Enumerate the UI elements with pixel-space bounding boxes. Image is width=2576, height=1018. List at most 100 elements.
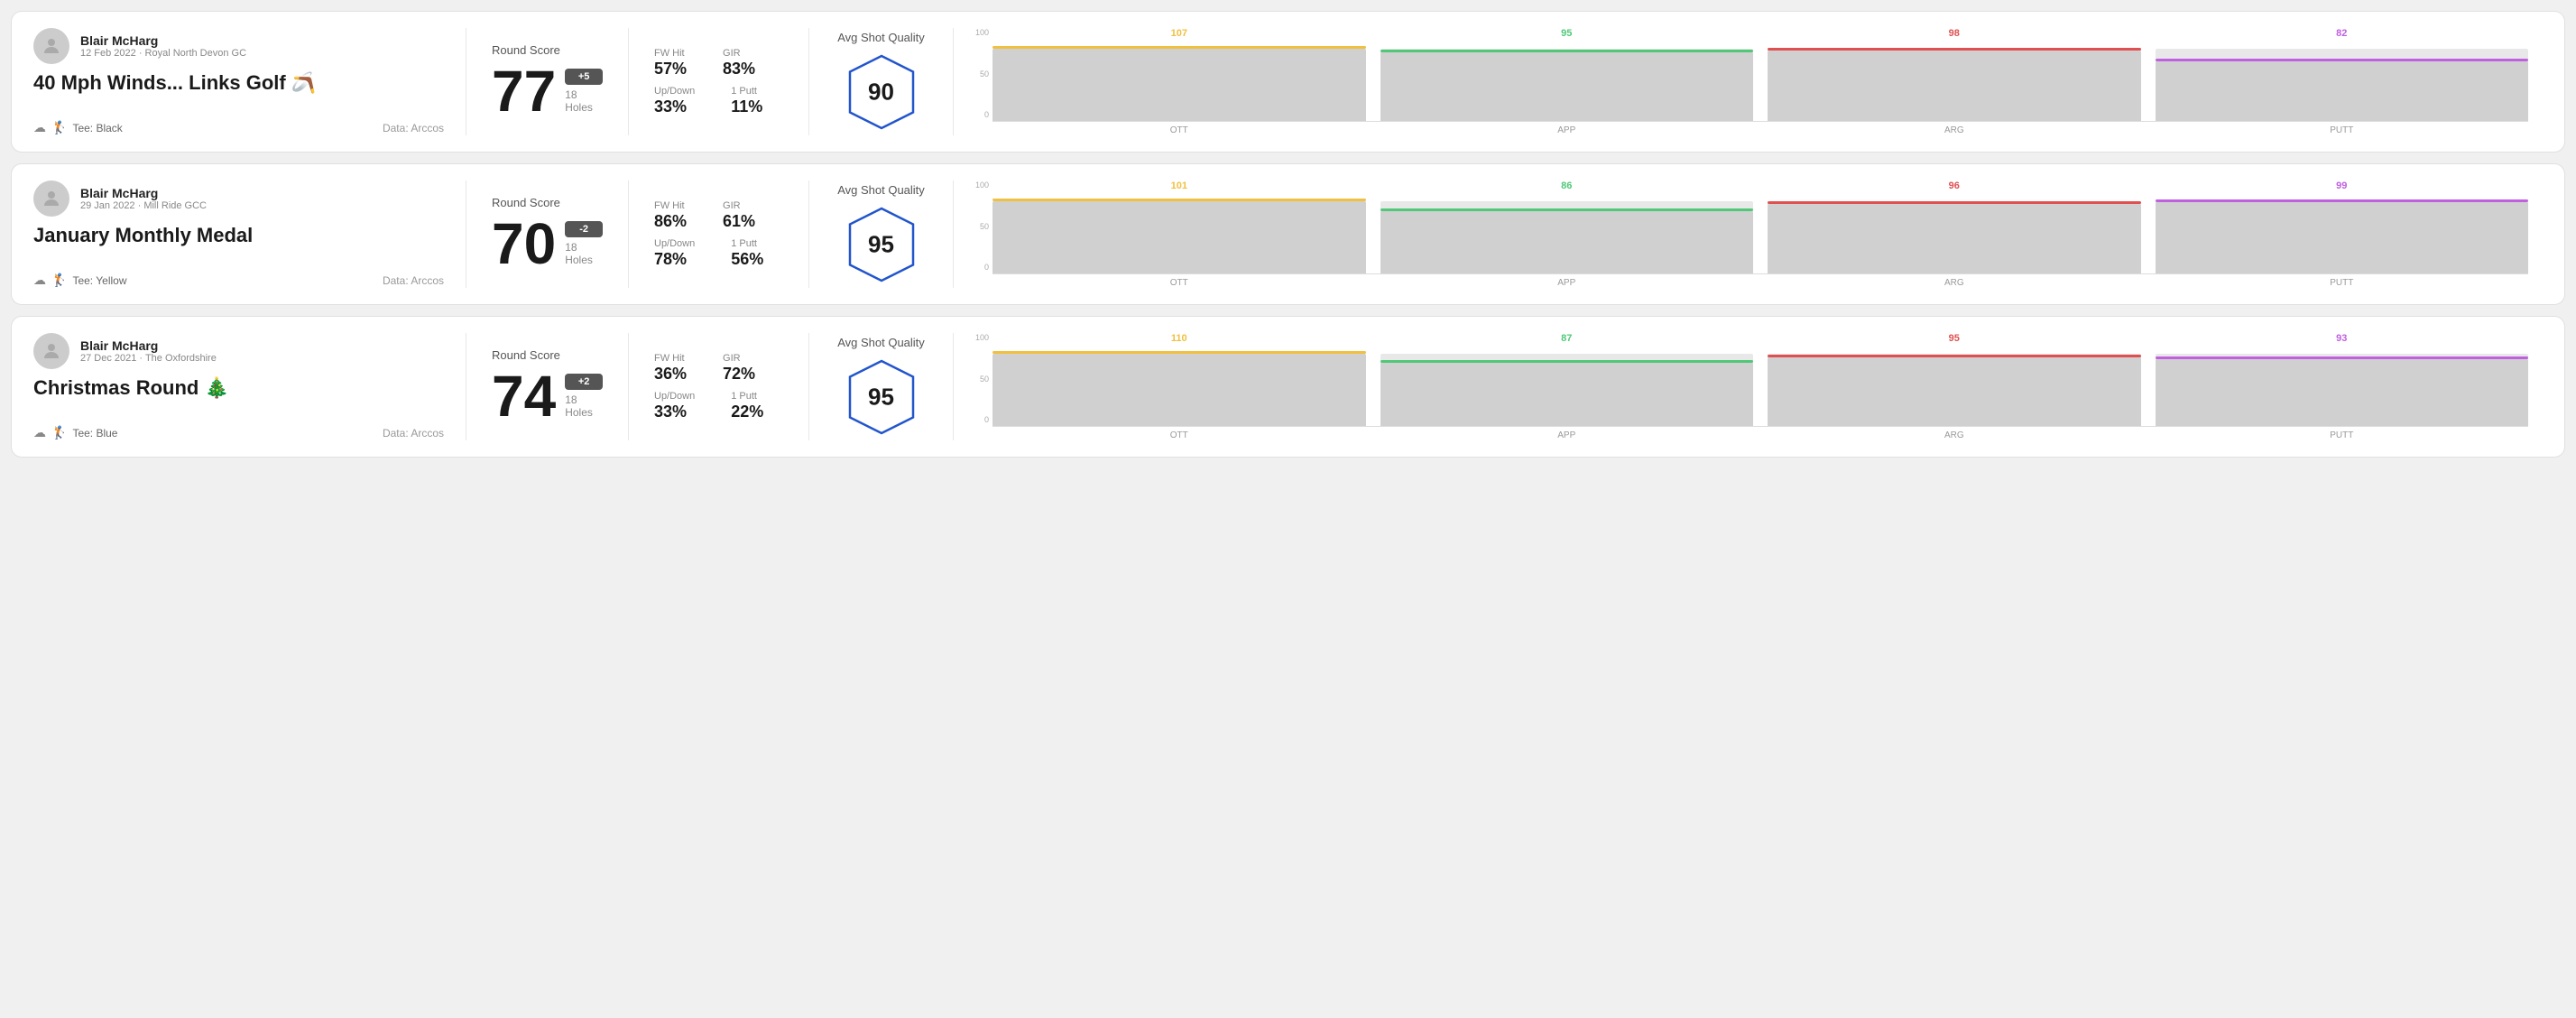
up-down-label: Up/Down <box>654 86 695 97</box>
hexagon: 95 <box>841 356 922 438</box>
avatar <box>33 28 69 64</box>
stat-gir: GIR 83% <box>723 48 755 79</box>
chart-x-label: APP <box>1380 430 1754 440</box>
player-date: 27 Dec 2021 · The Oxfordshire <box>80 353 217 364</box>
stat-up-down: Up/Down 33% <box>654 391 695 421</box>
fw-hit-label: FW Hit <box>654 48 687 59</box>
chart-bar <box>993 42 1366 121</box>
chart-x-label: OTT <box>993 125 1366 135</box>
tee-info: ☁ 🏌 Tee: Black <box>33 120 123 135</box>
stat-fw-hit: FW Hit 86% <box>654 200 687 231</box>
player-name: Blair McHarg <box>80 33 246 48</box>
stat-one-putt: 1 Putt 22% <box>731 391 763 421</box>
card-footer: ☁ 🏌 Tee: Yellow Data: Arccos <box>33 273 444 288</box>
stat-row-bottom: Up/Down 78% 1 Putt 56% <box>654 238 783 269</box>
chart-bar <box>993 195 1366 273</box>
round-card-round1: Blair McHarg 12 Feb 2022 · Royal North D… <box>11 11 2565 153</box>
score-row: 70 -2 18 Holes <box>492 215 603 273</box>
tee-label: Tee: Yellow <box>72 274 126 287</box>
tee-info: ☁ 🏌 Tee: Yellow <box>33 273 126 288</box>
card-stats: FW Hit 86% GIR 61% Up/Down 78% 1 Putt 56… <box>629 180 809 288</box>
card-quality: Avg Shot Quality 95 <box>809 180 954 288</box>
chart-bar <box>2156 347 2529 426</box>
one-putt-value: 22% <box>731 403 763 421</box>
stat-gir: GIR 72% <box>723 353 755 384</box>
tee-info: ☁ 🏌 Tee: Blue <box>33 425 117 440</box>
stat-row-top: FW Hit 86% GIR 61% <box>654 200 783 231</box>
chart-x-label: OTT <box>993 278 1366 288</box>
gir-value: 72% <box>723 365 755 384</box>
fw-hit-value: 36% <box>654 365 687 384</box>
bag-icon: 🏌 <box>51 120 67 135</box>
stat-up-down: Up/Down 78% <box>654 238 695 269</box>
player-header: Blair McHarg 29 Jan 2022 · Mill Ride GCC <box>33 180 444 217</box>
player-name: Blair McHarg <box>80 186 207 200</box>
score-badge: +2 18 Holes <box>565 374 603 419</box>
round-score-label: Round Score <box>492 348 603 362</box>
chart-x-label: ARG <box>1768 278 2141 288</box>
chart-x-label: APP <box>1380 125 1754 135</box>
data-source: Data: Arccos <box>383 427 444 440</box>
tee-label: Tee: Black <box>72 122 122 134</box>
gir-label: GIR <box>723 48 755 59</box>
round-score-label: Round Score <box>492 43 603 57</box>
round-card-round2: Blair McHarg 29 Jan 2022 · Mill Ride GCC… <box>11 163 2565 305</box>
hex-score: 95 <box>868 231 894 259</box>
chart-x-label: PUTT <box>2156 278 2529 288</box>
round-card-round3: Blair McHarg 27 Dec 2021 · The Oxfordshi… <box>11 316 2565 458</box>
player-name: Blair McHarg <box>80 338 217 353</box>
score-badge: +5 18 Holes <box>565 69 603 114</box>
data-source: Data: Arccos <box>383 122 444 134</box>
card-chart: 100 50 0 107959882 <box>954 28 2543 135</box>
card-footer: ☁ 🏌 Tee: Black Data: Arccos <box>33 120 444 135</box>
chart-bar <box>1768 195 2141 273</box>
stat-row-bottom: Up/Down 33% 1 Putt 22% <box>654 391 783 421</box>
hexagon: 95 <box>841 204 922 285</box>
round-title: Christmas Round 🎄 <box>33 376 444 400</box>
tee-label: Tee: Blue <box>72 427 117 440</box>
data-source: Data: Arccos <box>383 274 444 287</box>
weather-icon: ☁ <box>33 273 46 288</box>
card-footer: ☁ 🏌 Tee: Blue Data: Arccos <box>33 425 444 440</box>
one-putt-value: 11% <box>731 97 762 116</box>
gir-label: GIR <box>723 200 755 211</box>
fw-hit-label: FW Hit <box>654 200 687 211</box>
stat-row-top: FW Hit 57% GIR 83% <box>654 48 783 79</box>
quality-label: Avg Shot Quality <box>837 31 925 44</box>
chart-bar <box>993 347 1366 426</box>
player-date: 29 Jan 2022 · Mill Ride GCC <box>80 200 207 211</box>
weather-icon: ☁ <box>33 120 46 135</box>
one-putt-value: 56% <box>731 250 763 269</box>
card-score: Round Score 74 +2 18 Holes <box>466 333 629 440</box>
chart-bar <box>2156 42 2529 121</box>
score-diff-badge: -2 <box>565 221 603 237</box>
round-title: 40 Mph Winds... Links Golf 🪃 <box>33 71 444 95</box>
gir-value: 61% <box>723 212 755 231</box>
hexagon: 90 <box>841 51 922 133</box>
score-row: 77 +5 18 Holes <box>492 62 603 120</box>
one-putt-label: 1 Putt <box>731 238 763 249</box>
chart-bar <box>1380 347 1754 426</box>
fw-hit-value: 57% <box>654 60 687 79</box>
score-diff-badge: +5 <box>565 69 603 85</box>
score-number: 77 <box>492 62 556 120</box>
player-date: 12 Feb 2022 · Royal North Devon GC <box>80 48 246 59</box>
score-badge: -2 18 Holes <box>565 221 603 266</box>
up-down-value: 33% <box>654 403 695 421</box>
quality-label: Avg Shot Quality <box>837 183 925 197</box>
card-left: Blair McHarg 29 Jan 2022 · Mill Ride GCC… <box>33 180 466 288</box>
chart-x-label: PUTT <box>2156 430 2529 440</box>
card-quality: Avg Shot Quality 95 <box>809 333 954 440</box>
chart-bar <box>1380 195 1754 273</box>
gir-value: 83% <box>723 60 755 79</box>
chart-x-label: OTT <box>993 430 1366 440</box>
weather-icon: ☁ <box>33 425 46 440</box>
chart-x-label: ARG <box>1768 125 2141 135</box>
up-down-value: 33% <box>654 97 695 116</box>
card-score: Round Score 70 -2 18 Holes <box>466 180 629 288</box>
up-down-value: 78% <box>654 250 695 269</box>
card-score: Round Score 77 +5 18 Holes <box>466 28 629 135</box>
stat-row-bottom: Up/Down 33% 1 Putt 11% <box>654 86 783 116</box>
stat-one-putt: 1 Putt 56% <box>731 238 763 269</box>
player-header: Blair McHarg 12 Feb 2022 · Royal North D… <box>33 28 444 64</box>
